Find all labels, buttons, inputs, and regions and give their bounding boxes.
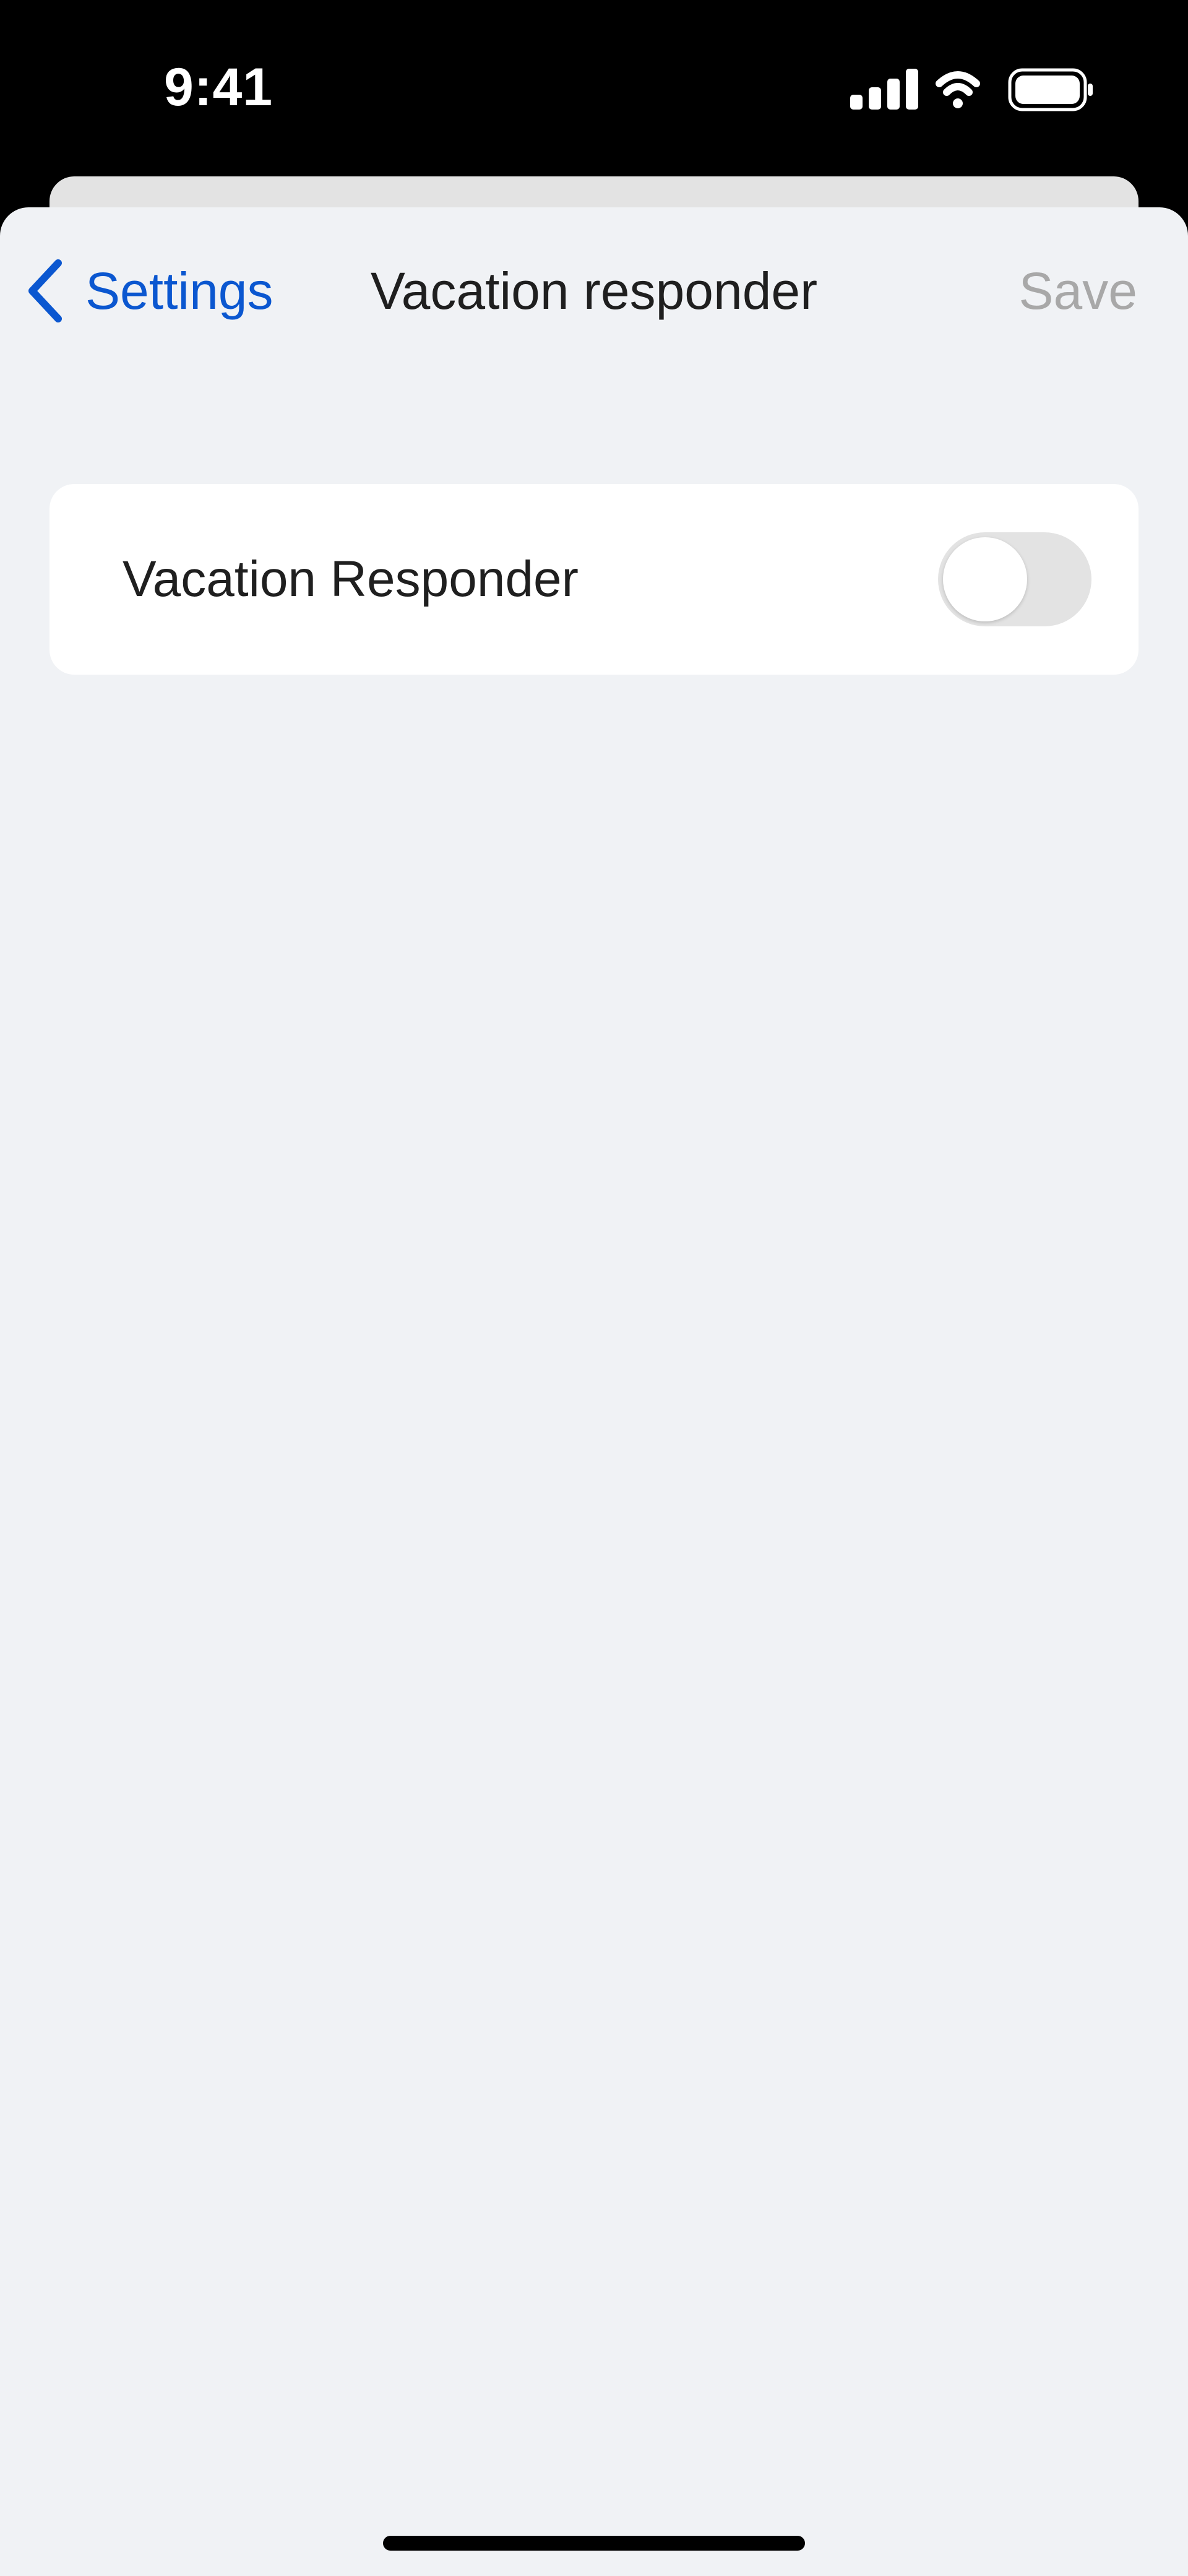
wifi-icon [936,71,980,108]
battery-icon [1008,68,1093,111]
toggle-knob [943,537,1027,621]
save-button[interactable]: Save [1019,244,1137,337]
vacation-responder-label: Vacation Responder [123,551,579,607]
status-time: 9:41 [164,58,273,117]
vacation-responder-toggle[interactable] [938,532,1091,626]
back-button-label: Settings [85,261,273,320]
vacation-responder-card: Vacation Responder [50,484,1138,675]
vacation-responder-sheet: Settings Vacation responder Save Vacatio… [0,207,1188,2576]
home-indicator[interactable] [383,2536,805,2551]
page-title: Vacation responder [370,261,818,320]
status-bar: 9:41 [0,0,1188,176]
navigation-bar: Settings Vacation responder Save [0,207,1188,381]
status-icons [850,68,1093,111]
cellular-signal-icon [850,69,918,110]
back-button[interactable]: Settings [24,244,273,337]
chevron-left-icon [28,259,62,322]
